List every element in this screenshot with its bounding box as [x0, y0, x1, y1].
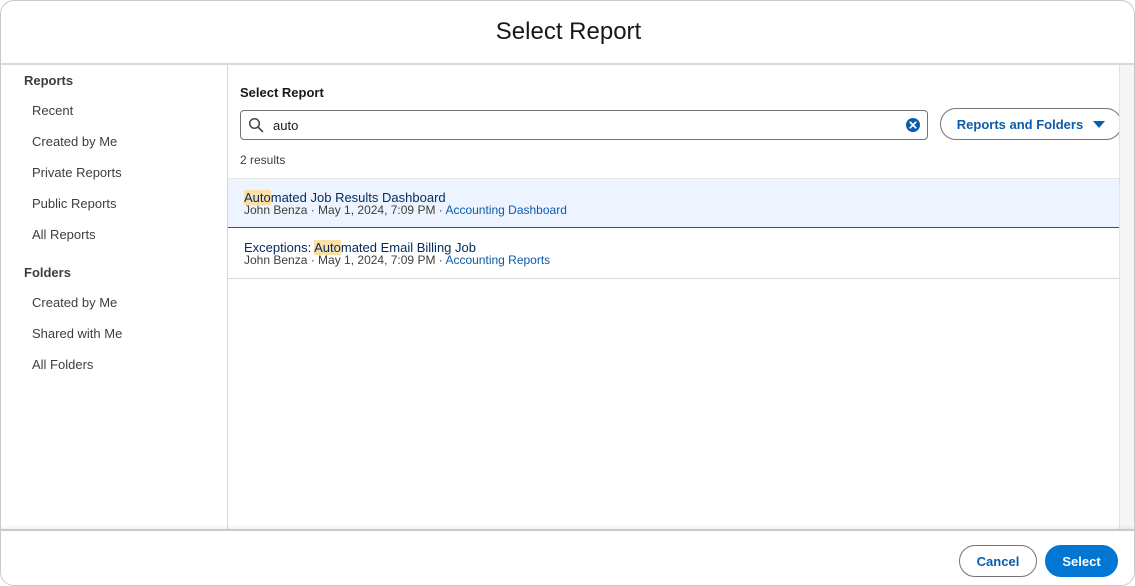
result-folder-link[interactable]: Accounting Reports [445, 253, 550, 267]
scope-dropdown-label: Reports and Folders [956, 116, 1084, 132]
sidebar-heading-folders: Folders [24, 265, 71, 280]
cancel-button[interactable]: Cancel [959, 545, 1037, 577]
sidebar-item-folders-created-by-me[interactable]: Created by Me [32, 295, 117, 310]
result-meta-text: John Benza · May 1, 2024, 7:09 PM · [244, 253, 446, 267]
sidebar-item-all-reports[interactable]: All Reports [32, 227, 96, 242]
clear-search-icon[interactable] [906, 118, 920, 132]
result-row[interactable]: Automated Job Results Dashboard John Ben… [228, 178, 1120, 228]
scope-dropdown-button[interactable]: Reports and Folders [940, 108, 1122, 140]
sidebar-item-private-reports[interactable]: Private Reports [32, 165, 122, 180]
search-icon [248, 117, 264, 133]
sidebar-item-shared-with-me[interactable]: Shared with Me [32, 326, 122, 341]
sidebar-item-recent[interactable]: Recent [32, 103, 73, 118]
result-count: 2 results [240, 153, 286, 167]
main-panel: Select Report Reports and Folders 2 resu… [228, 65, 1122, 530]
sidebar-heading-reports: Reports [24, 73, 74, 88]
modal-title: Select Report [495, 18, 642, 45]
select-button[interactable]: Select [1045, 545, 1118, 577]
modal-header: Select Report [1, 1, 1134, 65]
search-box[interactable] [240, 110, 928, 140]
result-meta: John Benza · May 1, 2024, 7:09 PM · Acco… [244, 203, 567, 217]
result-meta-text: John Benza · May 1, 2024, 7:09 PM · [244, 203, 446, 217]
select-report-modal: Select Report Reports Recent Created by … [0, 0, 1135, 586]
sidebar-item-public-reports[interactable]: Public Reports [32, 196, 117, 211]
sidebar-item-created-by-me[interactable]: Created by Me [32, 134, 117, 149]
search-input[interactable] [273, 115, 893, 135]
sidebar-item-all-folders[interactable]: All Folders [32, 357, 93, 372]
result-folder-link[interactable]: Accounting Dashboard [445, 203, 566, 217]
result-meta: John Benza · May 1, 2024, 7:09 PM · Acco… [244, 253, 550, 267]
result-row[interactable]: Exceptions: Automated Email Billing Job … [228, 229, 1120, 279]
modal-footer: Cancel Select [1, 529, 1134, 585]
results-scrollbar[interactable] [1119, 65, 1134, 530]
search-label: Select Report [240, 85, 324, 100]
sidebar: Reports Recent Created by Me Private Rep… [1, 65, 228, 530]
caret-down-icon [1093, 120, 1106, 128]
